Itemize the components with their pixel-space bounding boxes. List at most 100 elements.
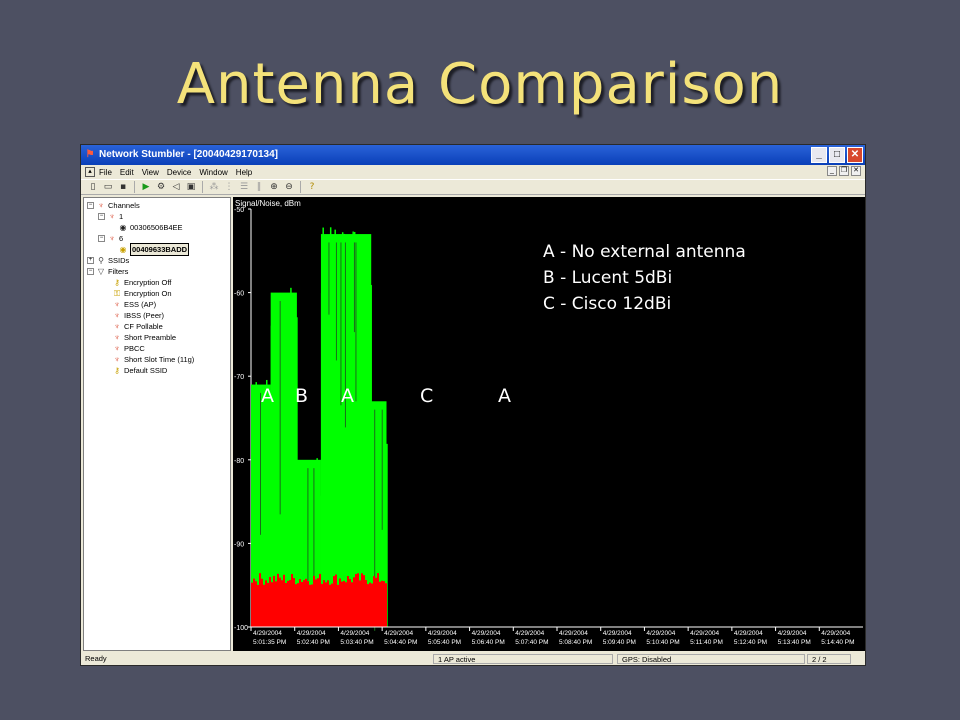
antenna-icon: ♆ <box>109 234 115 243</box>
collapse-icon[interactable]: − <box>87 268 94 275</box>
list-icon[interactable]: ☰ <box>238 181 250 193</box>
signal-dropout <box>381 409 383 530</box>
chart-svg: Signal/Noise, dBm-50 -60 -70 -80 -90 -100 4/29… <box>234 199 863 646</box>
play-icon[interactable]: ▶ <box>140 181 152 193</box>
noise-bar <box>321 583 323 627</box>
noise-bar <box>275 581 277 627</box>
toolbar-separator <box>300 181 301 193</box>
tree-node-ap-6[interactable]: ◉ 00409633BADD <box>118 243 190 256</box>
antenna-icon: ♆ <box>114 311 120 320</box>
signal-dropout <box>340 242 342 406</box>
window-titlebar[interactable]: ⚑ Network Stumbler - [20040429170134] _ … <box>81 145 865 165</box>
tree-filter-item[interactable]: ♆ Short Preamble <box>112 332 176 343</box>
noise-bar <box>309 584 311 627</box>
slide-title: Antenna Comparison <box>176 52 784 117</box>
open-icon[interactable]: ▭ <box>102 181 114 193</box>
minimize-button[interactable]: _ <box>811 147 827 163</box>
sound-icon[interactable]: ◁ <box>170 181 182 193</box>
noise-bar <box>327 580 329 627</box>
x-tick-label-date: 4/29/2004 <box>384 630 413 637</box>
noise-bar <box>281 580 283 627</box>
mdi-minimize-button[interactable]: _ <box>827 166 837 176</box>
tree-node-channels[interactable]: − ♆ Channels <box>87 200 140 211</box>
document-icon[interactable]: ▴ <box>85 167 95 177</box>
x-tick-label-date: 4/29/2004 <box>253 630 282 637</box>
toolbar-separator <box>202 181 203 193</box>
tree-filter-item[interactable]: ⚷ Encryption Off <box>112 277 171 288</box>
tree-label: Encryption Off <box>124 278 172 287</box>
antenna-icon: ♆ <box>114 322 120 331</box>
segment-label-A: A <box>498 385 511 407</box>
signal-bar <box>322 227 324 627</box>
lock-icon: ⚿ <box>113 289 121 298</box>
key-icon: ⚷ <box>114 278 120 287</box>
tree-node-channel-6[interactable]: − ♆ 6 <box>98 233 123 244</box>
antenna-icon: ♆ <box>109 212 115 221</box>
menu-edit[interactable]: Edit <box>120 168 134 177</box>
maximize-button[interactable]: □ <box>829 147 845 163</box>
zoom-out-icon[interactable]: ⊖ <box>283 181 295 193</box>
noise-bar <box>255 581 257 627</box>
tree-filter-item[interactable]: ♆ IBSS (Peer) <box>112 310 164 321</box>
signal-dropout <box>353 242 355 333</box>
noise-bar <box>379 581 381 627</box>
signal-dropout <box>335 242 337 361</box>
tree-filter-item[interactable]: ♆ CF Pollable <box>112 321 163 332</box>
menu-device[interactable]: Device <box>167 168 191 177</box>
expand-icon[interactable]: + <box>87 257 94 264</box>
noise-bar <box>289 579 291 627</box>
collapse-icon[interactable]: − <box>98 235 105 242</box>
menu-file[interactable]: File <box>99 168 112 177</box>
signal-bar <box>349 279 351 627</box>
mdi-restore-button[interactable]: ❐ <box>839 166 849 176</box>
tree-label: SSIDs <box>108 256 130 265</box>
noise-bar <box>351 582 353 627</box>
filter-icon[interactable]: ⁂ <box>208 181 220 193</box>
noise-bar <box>293 578 295 627</box>
signal-bar <box>359 265 362 627</box>
y-tick-label: -90 <box>234 541 244 548</box>
tree-filter-item[interactable]: ⚿ Encryption On <box>112 288 172 299</box>
collapse-icon[interactable]: − <box>87 202 94 209</box>
noise-bar <box>347 576 349 627</box>
scan-icon[interactable]: ⚙ <box>155 181 167 193</box>
new-icon[interactable]: ▯ <box>87 181 99 193</box>
noise-bar <box>353 577 355 627</box>
zoom-in-icon[interactable]: ⊕ <box>268 181 280 193</box>
tree-node-channel-1[interactable]: − ♆ 1 <box>98 211 123 222</box>
signal-bar <box>358 266 360 627</box>
menu-help[interactable]: Help <box>236 168 252 177</box>
signal-noise-chart[interactable]: Signal/Noise, dBm -50 -60 -70 -80 -90 -100 4/29… <box>233 197 865 651</box>
x-tick-label-time: 5:14:40 PM <box>821 639 854 646</box>
signal-bar <box>341 232 344 627</box>
tree-filter-item[interactable]: ⚷ Default SSID <box>112 365 167 376</box>
noise-bar <box>359 580 361 627</box>
y-tick-label: -100 <box>234 625 248 632</box>
x-tick-label-time: 5:01:35 PM <box>253 639 286 646</box>
collapse-icon[interactable]: − <box>98 213 105 220</box>
tree-node-ssids[interactable]: + ⚲ SSIDs <box>87 255 129 266</box>
signal-bar <box>323 278 326 627</box>
filter2-icon[interactable]: ⋮ <box>223 181 235 193</box>
noise-bar <box>271 582 273 627</box>
tree-filter-item[interactable]: ♆ ESS (AP) <box>112 299 156 310</box>
config-icon[interactable]: ▣ <box>185 181 197 193</box>
tree-node-filters[interactable]: − ▽ Filters <box>87 266 128 277</box>
mdi-close-button[interactable]: ✕ <box>851 166 861 176</box>
bars-icon[interactable]: ‖ <box>253 181 265 193</box>
save-icon[interactable]: ▪ <box>117 181 129 193</box>
noise-bar <box>383 581 385 627</box>
help-icon[interactable]: ? <box>306 181 318 193</box>
noise-bar <box>333 576 335 627</box>
close-button[interactable]: ✕ <box>847 147 863 163</box>
menu-window[interactable]: Window <box>199 168 227 177</box>
menu-view[interactable]: View <box>142 168 159 177</box>
tree-filter-item[interactable]: ♆ PBCC <box>112 343 145 354</box>
noise-bar <box>251 582 253 627</box>
noise-bar <box>367 584 369 627</box>
tree-node-ap-1[interactable]: ◉ 00306506B4EE <box>118 222 183 233</box>
tree-filter-item[interactable]: ♆ Short Slot Time (11g) <box>112 354 194 365</box>
tree-label: 1 <box>119 212 124 221</box>
tree-label: IBSS (Peer) <box>124 311 165 320</box>
y-tick-label: -60 <box>234 291 244 298</box>
